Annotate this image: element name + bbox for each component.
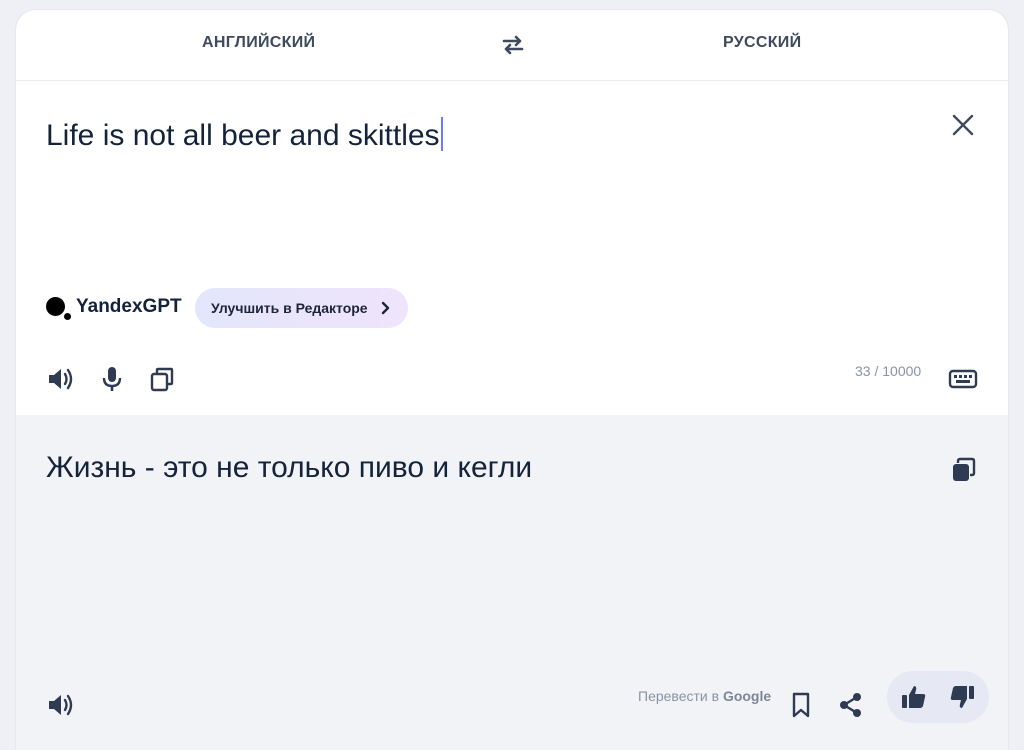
speaker-icon[interactable]: [46, 690, 76, 720]
improve-in-editor-button[interactable]: Улучшить в Редакторе: [195, 288, 408, 328]
language-bar: АНГЛИЙСКИЙ РУССКИЙ: [16, 10, 1008, 81]
bookmark-icon[interactable]: [786, 690, 816, 720]
text-caret: [440, 117, 443, 151]
copy-icon[interactable]: [147, 364, 177, 394]
close-icon[interactable]: [951, 113, 975, 137]
yandexgpt-dot-icon: [46, 297, 65, 316]
translator-card: АНГЛИЙСКИЙ РУССКИЙ Life is not all beer …: [16, 10, 1008, 750]
microphone-icon[interactable]: [97, 364, 127, 394]
share-icon[interactable]: [836, 690, 866, 720]
swap-arrows-icon[interactable]: [500, 32, 526, 58]
google-link-prefix: Перевести в: [638, 688, 723, 704]
source-panel: Life is not all beer and skittles Yandex…: [16, 81, 1008, 415]
yandexgpt-logo: YandexGPT: [46, 294, 196, 324]
yandexgpt-brand: YandexGPT: [76, 296, 182, 317]
source-language-button[interactable]: АНГЛИЙСКИЙ: [202, 34, 315, 52]
character-counter: 33 / 10000: [855, 363, 922, 379]
google-brand: Google: [722, 688, 772, 704]
copy-icon[interactable]: [948, 455, 978, 485]
feedback-group: [887, 671, 989, 723]
improve-label: Улучшить в Редакторе: [211, 300, 368, 316]
source-text: Life is not all beer and skittles: [46, 119, 440, 152]
thumbs-up-icon[interactable]: [899, 682, 929, 712]
chevron-right-icon: [379, 301, 393, 315]
translation-text: Жизнь - это не только пиво и кегли: [46, 451, 533, 484]
source-text-input[interactable]: Life is not all beer and skittles: [46, 117, 443, 153]
translate-in-google-link[interactable]: Перевести в Google: [638, 688, 771, 704]
keyboard-icon[interactable]: [948, 364, 978, 394]
translation-panel: Жизнь - это не только пиво и кегли Перев…: [16, 415, 1008, 750]
thumbs-down-icon[interactable]: [947, 682, 977, 712]
target-language-button[interactable]: РУССКИЙ: [723, 34, 801, 52]
yandexgpt-small-dot-icon: [64, 313, 71, 320]
speaker-icon[interactable]: [46, 364, 76, 394]
